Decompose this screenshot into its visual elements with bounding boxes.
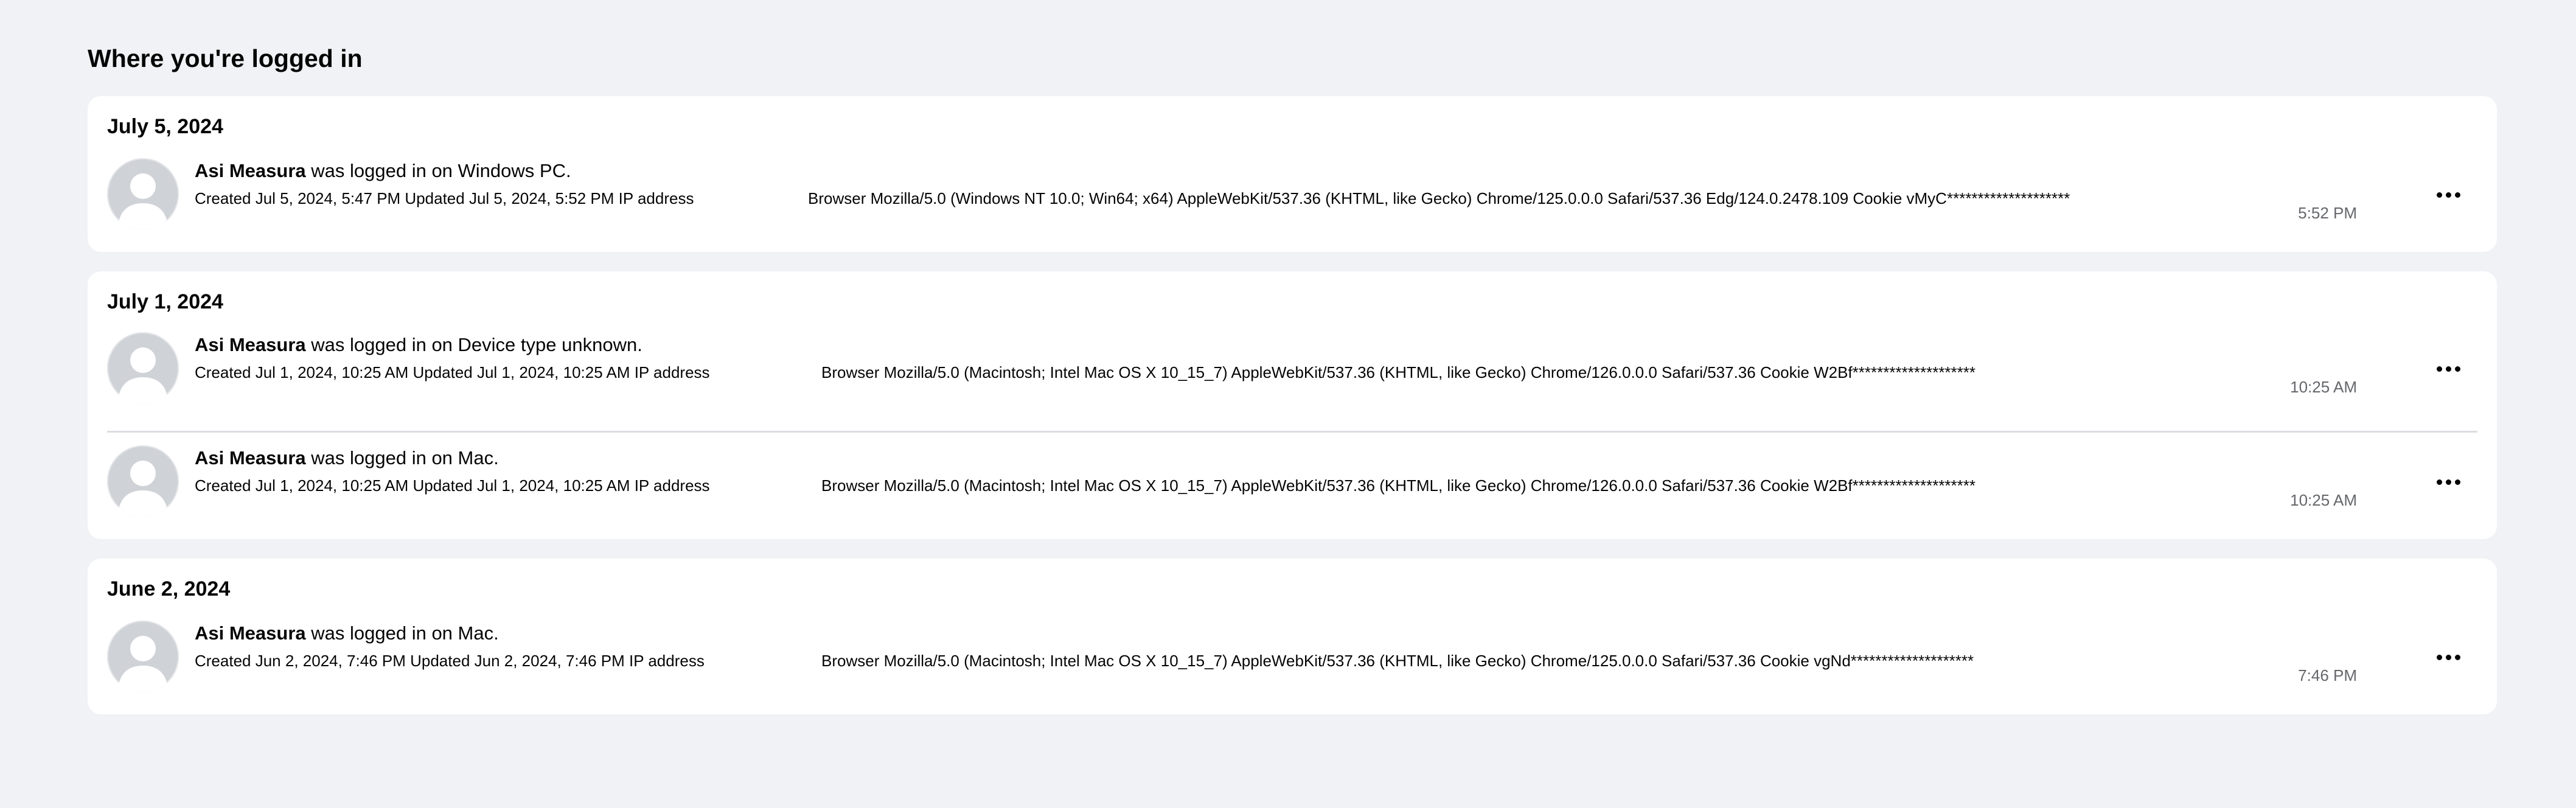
session-divider — [107, 431, 2477, 433]
group-date: June 2, 2024 — [107, 577, 231, 601]
dot — [2436, 479, 2442, 485]
more-options-button[interactable] — [2430, 470, 2466, 494]
user-name: Asi Measura — [195, 622, 306, 644]
dot — [2454, 654, 2460, 660]
profile-placeholder-icon — [107, 158, 179, 230]
dot — [2445, 192, 2451, 198]
session-meta: Created Jul 5, 2024, 5:47 PM Updated Jul… — [195, 189, 694, 207]
group-date: July 5, 2024 — [107, 115, 223, 138]
session-browser-info: Browser Mozilla/5.0 (Windows NT 10.0; Wi… — [808, 189, 2070, 207]
session-title: Asi Measura was logged in on Device type… — [195, 333, 642, 357]
session-time: 10:25 AM — [2290, 491, 2357, 509]
session-title: Asi Measura was logged in on Windows PC. — [195, 159, 571, 183]
dot — [2436, 192, 2442, 198]
session-time: 7:46 PM — [2298, 666, 2357, 684]
group-date: July 1, 2024 — [107, 290, 223, 313]
session-browser-info: Browser Mozilla/5.0 (Macintosh; Intel Ma… — [821, 476, 1976, 495]
user-name: Asi Measura — [195, 447, 306, 468]
session-row: Asi Measura was logged in on Device type… — [88, 332, 2497, 413]
session-group: July 1, 2024 Asi Measura was logged in on… — [88, 271, 2497, 539]
session-meta: Created Jun 2, 2024, 7:46 PM Updated Jun… — [195, 652, 705, 670]
more-options-button[interactable] — [2430, 645, 2466, 669]
session-device-text: was logged in on Mac. — [305, 447, 499, 468]
dot — [2445, 654, 2451, 660]
avatar — [107, 621, 179, 692]
session-device-text: was logged in on Device type unknown. — [305, 334, 642, 355]
session-time: 10:25 AM — [2290, 378, 2357, 396]
dot — [2454, 366, 2460, 372]
dot — [2445, 366, 2451, 372]
session-title: Asi Measura was logged in on Mac. — [195, 622, 499, 645]
profile-placeholder-icon — [107, 621, 179, 692]
more-options-button[interactable] — [2430, 183, 2466, 207]
user-name: Asi Measura — [195, 160, 306, 181]
session-title: Asi Measura was logged in on Mac. — [195, 447, 499, 470]
more-options-button[interactable] — [2430, 357, 2466, 381]
user-name: Asi Measura — [195, 334, 306, 355]
session-time: 5:52 PM — [2298, 204, 2357, 222]
session-group: July 5, 2024 Asi Measura was logged in on… — [88, 96, 2497, 252]
session-row: Asi Measura was logged in on Mac. Created… — [88, 621, 2497, 701]
avatar — [107, 158, 179, 230]
session-browser-info: Browser Mozilla/5.0 (Macintosh; Intel Ma… — [821, 652, 1974, 670]
session-group: June 2, 2024 Asi Measura was logged in on… — [88, 559, 2497, 714]
session-row: Asi Measura was logged in on Windows PC.… — [88, 158, 2497, 239]
dot — [2445, 479, 2451, 485]
avatar — [107, 445, 179, 517]
session-device-text: was logged in on Mac. — [305, 622, 499, 644]
dot — [2436, 654, 2442, 660]
dot — [2454, 479, 2460, 485]
sessions-page: Where you're logged in July 5, 2024 Asi M… — [88, 44, 2497, 734]
page-title: Where you're logged in — [88, 44, 363, 72]
session-device-text: was logged in on Windows PC. — [305, 160, 571, 181]
session-meta: Created Jul 1, 2024, 10:25 AM Updated Ju… — [195, 476, 710, 495]
session-meta: Created Jul 1, 2024, 10:25 AM Updated Ju… — [195, 363, 710, 381]
session-row: Asi Measura was logged in on Mac. Created… — [88, 445, 2497, 526]
avatar — [107, 332, 179, 404]
profile-placeholder-icon — [107, 332, 179, 404]
profile-placeholder-icon — [107, 445, 179, 517]
dot — [2454, 192, 2460, 198]
session-browser-info: Browser Mozilla/5.0 (Macintosh; Intel Ma… — [821, 363, 1976, 381]
dot — [2436, 366, 2442, 372]
